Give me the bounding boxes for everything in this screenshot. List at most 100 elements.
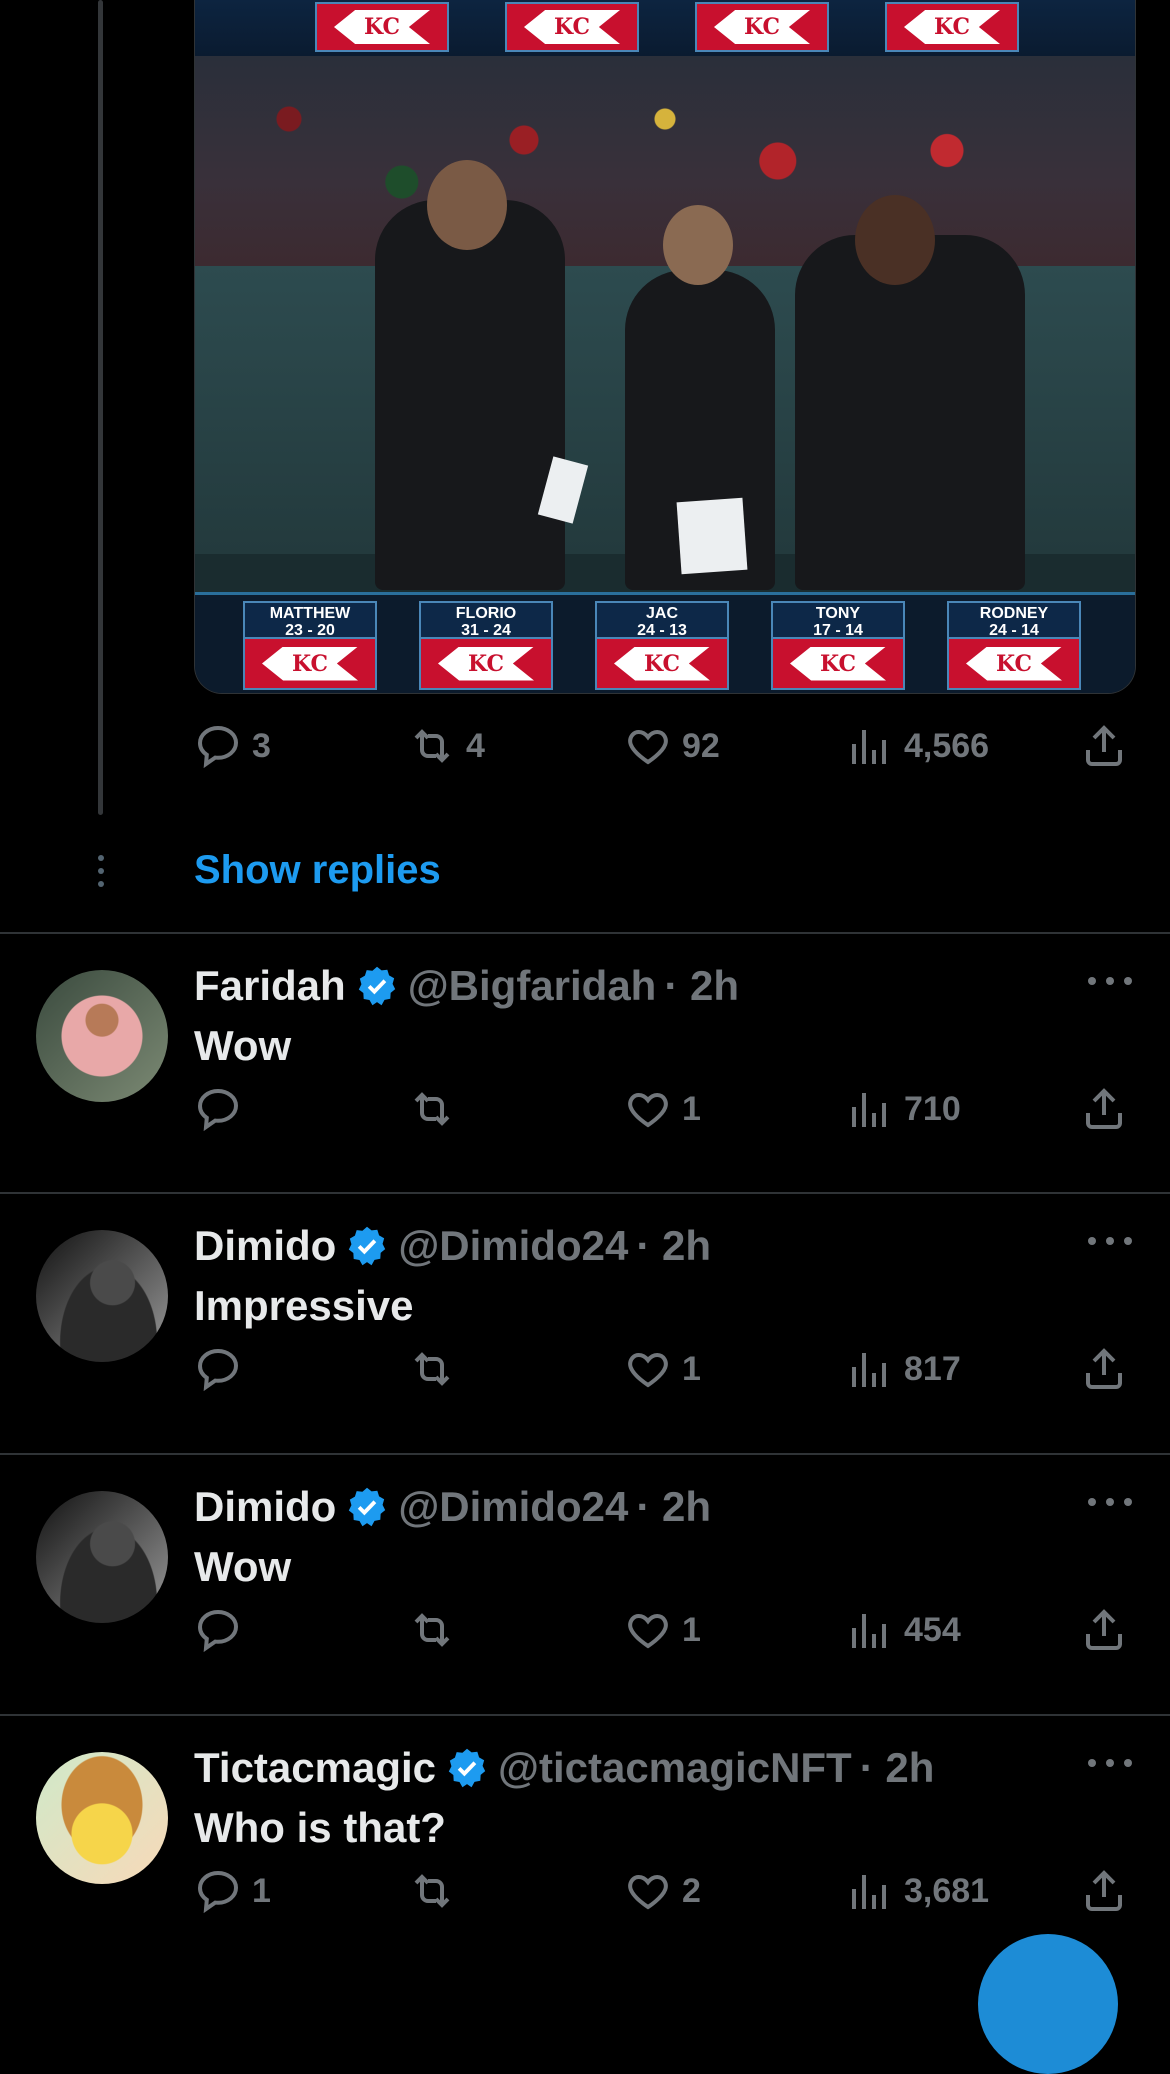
pick-florio: FLORIO 31 - 24 KC [419, 601, 553, 690]
like-button[interactable]: 1 [624, 1605, 701, 1655]
pick-jac: JAC 24 - 13 KC [595, 601, 729, 690]
views-button[interactable]: 454 [846, 1605, 961, 1655]
share-button[interactable] [1080, 1605, 1128, 1655]
reply-icon [197, 1348, 239, 1392]
chiefs-logo-icon: KC [790, 646, 886, 681]
timestamp[interactable]: · 2h [636, 1483, 711, 1531]
like-button[interactable]: 1 [624, 1084, 701, 1134]
reply-count: 3 [252, 726, 271, 765]
thread-collapsed-dots [97, 855, 105, 891]
tweet-text: Wow [194, 1022, 292, 1069]
reply-tweet[interactable]: Faridah @Bigfaridah · 2h Wow 1 710 [0, 934, 1170, 1192]
pick-name: TONY [815, 605, 861, 622]
avatar[interactable] [36, 1230, 168, 1362]
like-icon [628, 1092, 668, 1128]
repost-icon [414, 1352, 450, 1386]
repost-button[interactable] [408, 1605, 466, 1655]
repost-icon [414, 1092, 450, 1126]
share-button[interactable] [1080, 721, 1128, 771]
author-handle[interactable]: @Bigfaridah [408, 962, 657, 1010]
views-count: 817 [904, 1349, 961, 1388]
reply-tweet[interactable]: Dimido @Dimido24 · 2h Impressive 1 817 [0, 1194, 1170, 1452]
share-icon [1086, 1870, 1122, 1911]
pick-matthew: MATTHEW 23 - 20 KC [243, 601, 377, 690]
presenter-center-head [663, 205, 733, 285]
reply-button[interactable]: 1 [194, 1866, 271, 1916]
share-button[interactable] [1080, 1344, 1128, 1394]
verified-icon [349, 1226, 386, 1266]
verified-icon [358, 966, 395, 1006]
presenter-right-head [855, 195, 935, 285]
like-icon [628, 1352, 668, 1388]
tweet-actions: 1 817 [194, 1344, 1134, 1394]
views-icon [852, 1093, 886, 1127]
reply-button[interactable]: 3 [194, 721, 271, 771]
views-button[interactable]: 3,681 [846, 1866, 989, 1916]
tweet-text: Wow [194, 1543, 292, 1590]
author-handle[interactable]: @Dimido24 [398, 1483, 628, 1531]
share-button[interactable] [1080, 1084, 1128, 1134]
avatar[interactable] [36, 970, 168, 1102]
repost-button[interactable]: 4 [408, 721, 485, 771]
views-count: 4,566 [904, 726, 990, 765]
author-name[interactable]: Dimido [194, 1222, 336, 1270]
share-button[interactable] [1080, 1866, 1128, 1916]
tweet-media-image[interactable]: KC KC KC KC MATTHEW 23 - 20 KC FLORIO 31 -… [194, 0, 1136, 694]
share-icon [1086, 1609, 1122, 1650]
views-icon [852, 1875, 886, 1909]
timestamp[interactable]: · 2h [664, 962, 739, 1010]
reply-button[interactable] [194, 1344, 252, 1394]
timestamp[interactable]: · 2h [860, 1744, 935, 1792]
views-button[interactable]: 710 [846, 1084, 961, 1134]
reply-icon [197, 1609, 239, 1653]
author-name[interactable]: Tictacmagic [194, 1744, 436, 1792]
reply-button[interactable] [194, 1084, 252, 1134]
author-handle[interactable]: @tictacmagicNFT [498, 1744, 852, 1792]
repost-button[interactable] [408, 1084, 466, 1134]
tweet-text: Impressive [194, 1282, 414, 1329]
like-icon [628, 1613, 668, 1649]
compose-fab-button[interactable] [978, 1934, 1118, 2074]
repost-button[interactable] [408, 1344, 466, 1394]
like-count: 1 [682, 1089, 701, 1128]
like-button[interactable]: 2 [624, 1866, 701, 1916]
views-count: 3,681 [904, 1871, 990, 1910]
show-replies-link[interactable]: Show replies [194, 848, 441, 893]
pick-rodney: RODNEY 24 - 14 KC [947, 601, 1081, 690]
more-icon[interactable] [1088, 1495, 1132, 1509]
repost-count: 4 [466, 726, 485, 765]
reply-icon [197, 1088, 239, 1132]
reply-count: 1 [252, 1871, 271, 1910]
like-button[interactable]: 92 [624, 721, 720, 771]
presenter-right [795, 235, 1025, 590]
author-handle[interactable]: @Dimido24 [398, 1222, 628, 1270]
repost-button[interactable] [408, 1866, 466, 1916]
more-icon[interactable] [1088, 1756, 1132, 1770]
author-name[interactable]: Faridah [194, 962, 346, 1010]
avatar[interactable] [36, 1752, 168, 1884]
tweet-actions: 1 454 [194, 1605, 1134, 1655]
views-button[interactable]: 817 [846, 1344, 961, 1394]
views-button[interactable]: 4,566 [846, 721, 989, 771]
reply-tweet[interactable]: Tictacmagic @tictacmagicNFT · 2h Who is … [0, 1716, 1170, 1974]
timestamp[interactable]: · 2h [636, 1222, 711, 1270]
reply-button[interactable] [194, 1605, 252, 1655]
pick-name: RODNEY [979, 605, 1049, 622]
verified-icon [448, 1748, 486, 1788]
prediction-scoreboard: MATTHEW 23 - 20 KC FLORIO 31 - 24 KC JAC 24… [195, 592, 1135, 693]
presenter-left [375, 200, 565, 590]
like-button[interactable]: 1 [624, 1344, 701, 1394]
avatar[interactable] [36, 1491, 168, 1623]
reply-tweet[interactable]: Dimido @Dimido24 · 2h Wow 1 454 [0, 1455, 1170, 1713]
more-icon[interactable] [1088, 974, 1132, 988]
tweet-actions: 1 2 3,681 [194, 1866, 1134, 1916]
tweet-text: Who is that? [194, 1804, 446, 1851]
like-count: 92 [682, 726, 720, 765]
like-icon [628, 1874, 668, 1910]
author-name[interactable]: Dimido [194, 1483, 336, 1531]
like-icon [628, 729, 668, 765]
tweet-actions: 3 4 92 4,566 [194, 721, 1134, 771]
like-count: 2 [682, 1871, 701, 1910]
verified-icon [349, 1487, 386, 1527]
more-icon[interactable] [1088, 1234, 1132, 1248]
